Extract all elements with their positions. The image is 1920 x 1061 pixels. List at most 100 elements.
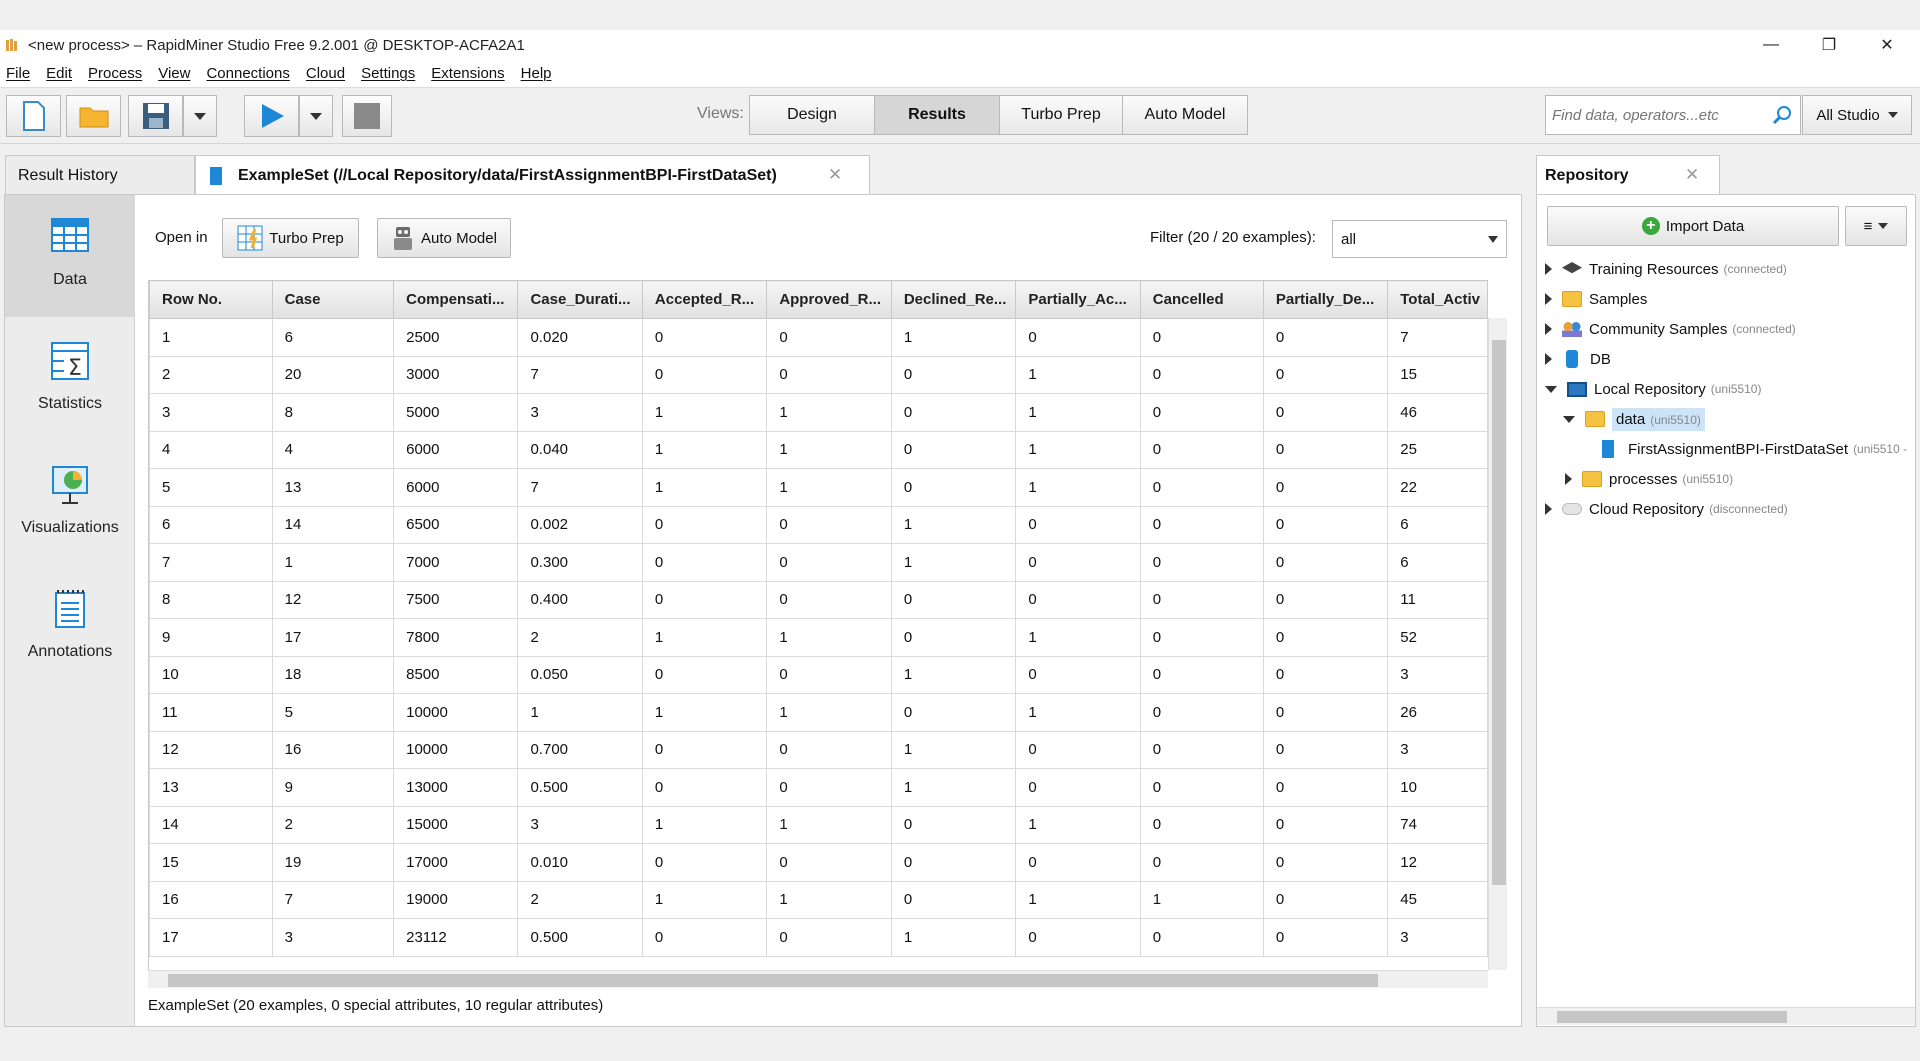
vertical-scrollbar[interactable] [1488,318,1507,970]
table-row[interactable]: 7 1 7000 0.300 0 0 1 0 0 0 6 [149,543,1488,582]
repository-horizontal-scrollbar[interactable] [1537,1007,1915,1025]
nav-annotations[interactable]: Annotations [5,567,135,689]
table-cell[interactable]: 52 [1387,618,1488,657]
table-cell[interactable]: 0 [1139,430,1264,469]
table-cell[interactable]: 0 [890,468,1017,507]
table-cell[interactable]: 23112 [393,918,519,957]
table-cell[interactable]: 0 [1015,318,1141,357]
column-header[interactable]: Case_Durati... [517,280,643,319]
table-cell[interactable]: 1 [766,468,892,507]
table-cell[interactable]: 7 [517,355,643,394]
tab-result-history[interactable]: Result History [5,155,195,195]
table-cell[interactable]: 2500 [393,318,519,357]
table-cell[interactable]: 22 [1387,468,1488,507]
column-header[interactable]: Case [271,280,395,319]
table-row[interactable]: 2 20 3000 7 0 0 0 1 0 0 15 [149,355,1488,394]
tree-item-samples[interactable]: Samples [1545,285,1647,313]
table-cell[interactable]: 0 [890,355,1017,394]
run-button[interactable] [244,95,299,137]
table-cell[interactable]: 0 [1262,618,1389,657]
table-cell[interactable]: 1 [271,543,395,582]
table-row[interactable]: 11 5 10000 1 1 1 0 1 0 0 26 [149,693,1488,732]
table-cell[interactable]: 0 [1139,693,1264,732]
expand-icon[interactable] [1545,353,1552,365]
table-cell[interactable]: 2 [517,880,643,919]
table-row[interactable]: 15 19 17000 0.010 0 0 0 0 0 0 12 [149,843,1488,882]
table-cell[interactable]: 1 [1015,693,1141,732]
table-cell[interactable]: 0 [1015,655,1141,694]
table-cell[interactable]: 3 [1387,918,1488,957]
table-cell[interactable]: 9 [271,768,395,807]
table-cell[interactable]: 1 [641,430,768,469]
import-data-button[interactable]: + Import Data [1547,206,1839,246]
column-header[interactable]: Cancelled [1139,280,1264,319]
table-cell[interactable]: 1 [890,655,1017,694]
open-button[interactable] [66,95,121,137]
table-cell[interactable]: 1 [766,805,892,844]
table-cell[interactable]: 1 [1015,880,1141,919]
table-cell[interactable]: 13 [149,768,273,807]
table-cell[interactable]: 0 [1262,880,1389,919]
table-cell[interactable]: 4 [149,430,273,469]
table-cell[interactable]: 0 [1139,355,1264,394]
menu-view[interactable]: View [158,65,190,82]
column-header[interactable]: Partially_De... [1262,280,1389,319]
menu-file[interactable]: File [6,65,30,82]
tree-item-data[interactable]: data (uni5510) [1563,405,1705,433]
table-cell[interactable]: 6 [1387,505,1488,544]
table-cell[interactable]: 1 [766,880,892,919]
expand-icon[interactable] [1545,503,1552,515]
table-cell[interactable]: 0 [1139,768,1264,807]
open-auto-model-button[interactable]: Auto Model [377,218,511,258]
table-cell[interactable]: 0 [766,843,892,882]
table-cell[interactable]: 1 [890,505,1017,544]
search-icon[interactable] [1772,105,1792,125]
column-header[interactable]: Total_Activ [1387,280,1488,319]
table-cell[interactable]: 1 [641,880,768,919]
table-cell[interactable]: 7 [517,468,643,507]
table-cell[interactable]: 8500 [393,655,519,694]
table-cell[interactable]: 25 [1387,430,1488,469]
table-cell[interactable]: 0 [1262,655,1389,694]
close-tab-icon[interactable]: ✕ [828,165,842,185]
table-cell[interactable]: 5000 [393,393,519,432]
menu-help[interactable]: Help [521,65,552,82]
table-row[interactable]: 8 12 7500 0.400 0 0 0 0 0 0 11 [149,580,1488,619]
table-cell[interactable]: 0 [641,355,768,394]
table-cell[interactable]: 0 [766,655,892,694]
tree-item-db[interactable]: DB [1545,345,1611,373]
table-cell[interactable]: 0 [1262,580,1389,619]
table-cell[interactable]: 0 [1139,580,1264,619]
table-row[interactable]: 5 13 6000 7 1 1 0 1 0 0 22 [149,468,1488,507]
run-dropdown-button[interactable] [299,95,333,137]
horizontal-scrollbar[interactable] [148,970,1488,988]
horizontal-scroll-thumb[interactable] [1557,1011,1787,1023]
table-cell[interactable]: 6 [271,318,395,357]
expand-icon[interactable] [1565,473,1572,485]
table-cell[interactable]: 1 [890,543,1017,582]
table-cell[interactable]: 10 [149,655,273,694]
table-cell[interactable]: 6000 [393,430,519,469]
table-cell[interactable]: 1 [1015,355,1141,394]
search-scope-dropdown[interactable]: All Studio [1802,95,1912,135]
table-row[interactable]: 3 8 5000 3 1 1 0 1 0 0 46 [149,393,1488,432]
table-cell[interactable]: 17000 [393,843,519,882]
table-cell[interactable]: 0.050 [517,655,643,694]
table-cell[interactable]: 0 [1262,543,1389,582]
tree-item-processes[interactable]: processes (uni5510) [1565,465,1733,493]
table-row[interactable]: 16 7 19000 2 1 1 0 1 1 0 45 [149,880,1488,919]
table-cell[interactable]: 20 [271,355,395,394]
table-cell[interactable]: 0 [1262,430,1389,469]
table-cell[interactable]: 0 [1139,843,1264,882]
table-cell[interactable]: 8 [149,580,273,619]
tree-item-training-resources[interactable]: Training Resources (connected) [1545,255,1787,283]
table-cell[interactable]: 0 [1262,355,1389,394]
table-cell[interactable]: 0 [1262,918,1389,957]
nav-visualizations[interactable]: Visualizations [5,443,135,565]
table-cell[interactable]: 0.300 [517,543,643,582]
table-cell[interactable]: 1 [1015,393,1141,432]
table-cell[interactable]: 0 [890,693,1017,732]
expand-icon[interactable] [1545,263,1552,275]
table-cell[interactable]: 7 [149,543,273,582]
table-cell[interactable]: 0 [641,768,768,807]
